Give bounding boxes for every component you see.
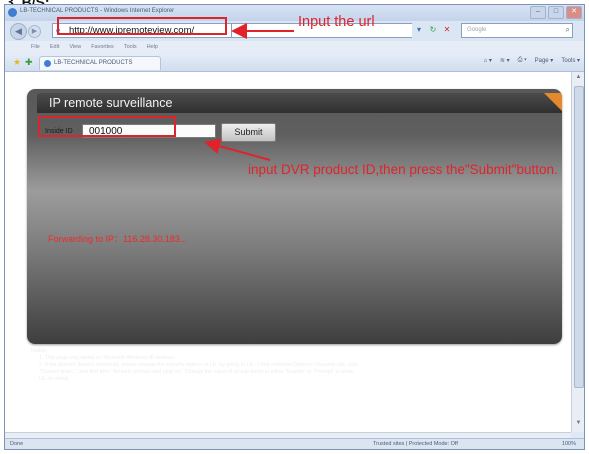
panel-header: IP remote surveillance	[37, 93, 562, 113]
tab-page-icon	[44, 60, 51, 67]
menu-favorites[interactable]: Favorites	[91, 44, 114, 50]
menu-bar: File Edit View Favorites Tools Help	[5, 41, 584, 53]
tools-menu[interactable]: Tools ▾	[561, 57, 580, 64]
ie-logo-icon	[8, 8, 17, 17]
input-annotation: input DVR product ID,then press the"Subm…	[248, 162, 558, 177]
add-favorite-icon[interactable]: ✚	[25, 57, 33, 68]
back-arrow-icon[interactable]: ◀	[10, 23, 27, 40]
home-icon[interactable]: ⌂ ▾	[484, 57, 492, 64]
notice: Notice: 1. This page only works on Micro…	[31, 348, 561, 383]
notice-item: 1. This page only works on Microsoft Win…	[39, 355, 176, 361]
notice-item: I.E. to install.	[39, 376, 70, 382]
panel-title: IP remote surveillance	[49, 96, 173, 110]
zoom-level[interactable]: 100%	[562, 441, 576, 447]
url-annotation: Input the url	[298, 14, 375, 30]
command-bar: ⌂ ▾ ≋ ▾ ⎙ ▾ Page ▾ Tools ▾	[484, 57, 580, 64]
tab-current[interactable]: LB-TECHNICAL PRODUCTS	[39, 56, 161, 70]
scroll-down-icon[interactable]: ▼	[574, 420, 583, 430]
security-zone: Trusted sites | Protected Mode: Off	[373, 441, 458, 447]
scroll-up-icon[interactable]: ▲	[574, 74, 583, 84]
menu-file[interactable]: File	[31, 44, 40, 50]
menu-help[interactable]: Help	[147, 44, 158, 50]
notice-item: "Custom level..." and find item "ActiveX…	[39, 369, 354, 375]
vertical-scrollbar[interactable]: ▲ ▼	[571, 72, 584, 432]
forwarding-status: Forwarding to IP：116.28.30.183...	[48, 234, 188, 244]
search-input[interactable]: Google ⌕	[461, 23, 573, 38]
favorites-bar: ★ ✚ LB-TECHNICAL PRODUCTS ⌂ ▾ ≋ ▾ ⎙ ▾ Pa…	[5, 53, 584, 72]
search-placeholder: Google	[467, 27, 487, 33]
dropdown-icon[interactable]: ▾	[413, 24, 425, 36]
menu-edit[interactable]: Edit	[50, 44, 59, 50]
feeds-icon[interactable]: ≋ ▾	[500, 57, 510, 64]
notice-item: 2. If the ActiveX doesn't download, plea…	[39, 362, 358, 368]
submit-button[interactable]: Submit	[221, 123, 276, 142]
maximize-icon[interactable]: □	[548, 6, 564, 19]
favorites-star-icon[interactable]: ★	[13, 57, 21, 68]
minimize-icon[interactable]: –	[530, 6, 546, 19]
refresh-icon[interactable]: ↻	[427, 24, 439, 36]
stop-icon[interactable]: ✕	[441, 24, 453, 36]
status-text: Done	[10, 441, 24, 447]
browser-window: LB-TECHNICAL PRODUCTS - Windows Internet…	[4, 4, 585, 450]
notice-title: Notice:	[31, 348, 48, 354]
corner-accent	[544, 93, 562, 111]
url-highlight-box	[57, 17, 227, 35]
close-icon[interactable]: ✕	[566, 6, 582, 19]
menu-view[interactable]: View	[69, 44, 81, 50]
scroll-thumb[interactable]	[574, 86, 584, 388]
forward-arrow-icon[interactable]: ▶	[28, 25, 41, 38]
page-menu[interactable]: Page ▾	[535, 57, 554, 64]
id-highlight-box	[38, 116, 176, 137]
window-title: LB-TECHNICAL PRODUCTS - Windows Internet…	[20, 8, 175, 14]
window-controls: – □ ✕	[530, 6, 582, 19]
print-icon[interactable]: ⎙ ▾	[518, 57, 527, 64]
menu-tools[interactable]: Tools	[124, 44, 137, 50]
status-bar: Done Trusted sites | Protected Mode: Off…	[5, 438, 584, 449]
tab-label: LB-TECHNICAL PRODUCTS	[54, 60, 133, 66]
address-buttons: ▾ ↻ ✕	[413, 24, 453, 36]
search-icon[interactable]: ⌕	[566, 25, 570, 35]
